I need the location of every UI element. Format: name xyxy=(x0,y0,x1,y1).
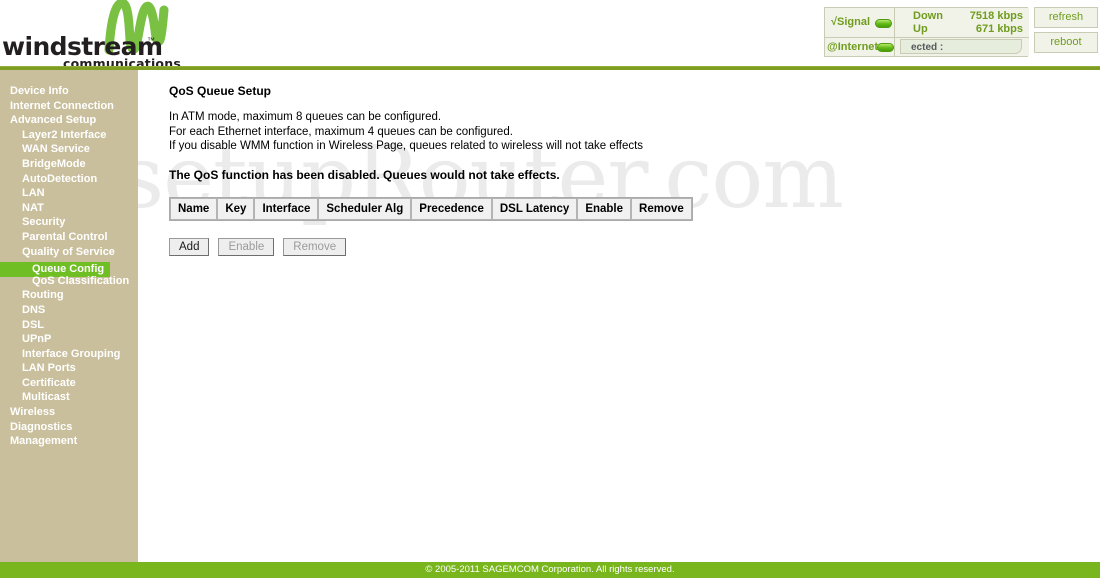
reboot-button[interactable]: reboot xyxy=(1034,32,1098,53)
refresh-button[interactable]: refresh xyxy=(1034,7,1098,28)
queue-table: Name Key Interface Scheduler Alg Precedence D… xyxy=(169,196,693,221)
sidebar-item-certificate[interactable]: Certificate xyxy=(0,376,138,391)
page-title: QoS Queue Setup xyxy=(169,84,272,98)
upstream-rate-row: Up 671 kbps xyxy=(895,23,1029,37)
sidebar-item-security[interactable]: Security xyxy=(0,215,138,230)
table-header-row: Name Key Interface Scheduler Alg Precedence D… xyxy=(170,197,692,220)
sidebar-item-interface-grouping[interactable]: Interface Grouping xyxy=(0,347,138,362)
downstream-label: Down xyxy=(913,10,943,22)
info-line: In ATM mode, maximum 8 queues can be con… xyxy=(169,111,442,123)
remove-button: Remove xyxy=(283,237,347,256)
info-line: For each Ethernet interface, maximum 4 q… xyxy=(169,125,513,138)
sidebar-item-wireless[interactable]: Wireless xyxy=(0,405,138,420)
sidebar-item-dns[interactable]: DNS xyxy=(0,303,138,318)
sidebar-item-bridgemode[interactable]: BridgeMode xyxy=(0,157,138,172)
connection-status-text: ected : xyxy=(911,42,944,53)
info-line: If you disable WMM function in Wireless … xyxy=(169,140,644,152)
add-button[interactable]: Add xyxy=(169,237,210,256)
rate-status-cell: Down 7518 kbps Up 671 kbps xyxy=(895,8,1029,38)
table-header-precedence: Precedence xyxy=(411,197,492,220)
sidebar-item-upnp[interactable]: UPnP xyxy=(0,332,138,347)
table-header-key: Key xyxy=(217,197,255,220)
info-text-block: In ATM mode, maximum 8 queues can be con… xyxy=(169,110,1100,154)
table-action-buttons: Add Enable Remove xyxy=(169,237,1100,256)
sidebar-item-layer2-interface[interactable]: Layer2 Interface xyxy=(0,128,138,143)
sidebar-item-wan-service[interactable]: WAN Service xyxy=(0,142,138,157)
sidebar-item-diagnostics[interactable]: Diagnostics xyxy=(0,420,138,435)
sidebar-item-multicast[interactable]: Multicast xyxy=(0,390,138,405)
sidebar-item-lan-ports[interactable]: LAN Ports xyxy=(0,361,138,376)
sidebar-navigation: Device Info Internet Connection Advanced S… xyxy=(0,70,138,562)
upstream-label: Up xyxy=(913,23,928,35)
sidebar-item-routing[interactable]: Routing xyxy=(0,288,138,303)
internet-status-cell: @Internet xyxy=(825,38,895,56)
table-header-enable: Enable xyxy=(577,197,632,220)
table-header-remove: Remove xyxy=(631,197,692,220)
downstream-value: 7518 kbps xyxy=(969,10,1023,22)
upstream-value: 671 kbps xyxy=(975,23,1023,35)
signal-status-cell: √Signal xyxy=(825,8,895,38)
sidebar-item-nat[interactable]: NAT xyxy=(0,201,138,216)
sidebar-item-autodetection[interactable]: AutoDetection xyxy=(0,172,138,187)
sidebar-item-management[interactable]: Management xyxy=(0,434,138,449)
internet-led-icon xyxy=(877,43,894,52)
header-button-column: refresh reboot xyxy=(1034,7,1098,57)
signal-led-icon xyxy=(875,19,892,28)
sidebar-item-internet-connection[interactable]: Internet Connection xyxy=(0,99,138,114)
table-header-scheduler-alg: Scheduler Alg xyxy=(318,197,412,220)
sidebar-item-device-info[interactable]: Device Info xyxy=(0,84,138,99)
table-header-interface: Interface xyxy=(254,197,319,220)
sidebar-item-quality-of-service[interactable]: Quality of Service xyxy=(0,245,138,260)
page-footer: © 2005-2011 SAGEMCOM Corporation. All ri… xyxy=(0,562,1100,578)
connection-status-pill: ected : xyxy=(900,39,1022,54)
page-header: windstream ™ communications √Signal Down… xyxy=(0,0,1100,71)
status-panel: √Signal Down 7518 kbps Up 671 kbps @Inte… xyxy=(824,7,1029,57)
sidebar-item-dsl[interactable]: DSL xyxy=(0,318,138,333)
table-header-dsl-latency: DSL Latency xyxy=(491,197,578,220)
sidebar-item-parental-control[interactable]: Parental Control xyxy=(0,230,138,245)
router-admin-page: windstream ™ communications √Signal Down… xyxy=(0,0,1100,578)
sidebar-item-list: Device Info Internet Connection Advanced S… xyxy=(0,70,138,449)
qos-disabled-notice: The QoS function has been disabled. Queu… xyxy=(169,167,560,182)
signal-label: √Signal xyxy=(831,16,871,28)
brand-logo: windstream ™ communications xyxy=(0,0,300,71)
internet-label: @Internet xyxy=(827,41,879,53)
brand-trademark: ™ xyxy=(147,36,155,45)
main-content: setupRouter.com QoS Queue Setup In ATM m… xyxy=(138,70,1100,562)
enable-button: Enable xyxy=(218,237,275,256)
connection-status-cell: ected : xyxy=(895,38,1029,56)
sidebar-item-qos-classification[interactable]: QoS Classification xyxy=(0,274,138,289)
sidebar-item-lan[interactable]: LAN xyxy=(0,186,138,201)
table-header-name: Name xyxy=(170,197,218,220)
downstream-rate-row: Down 7518 kbps xyxy=(895,10,1029,24)
sidebar-item-advanced-setup[interactable]: Advanced Setup xyxy=(0,113,138,128)
